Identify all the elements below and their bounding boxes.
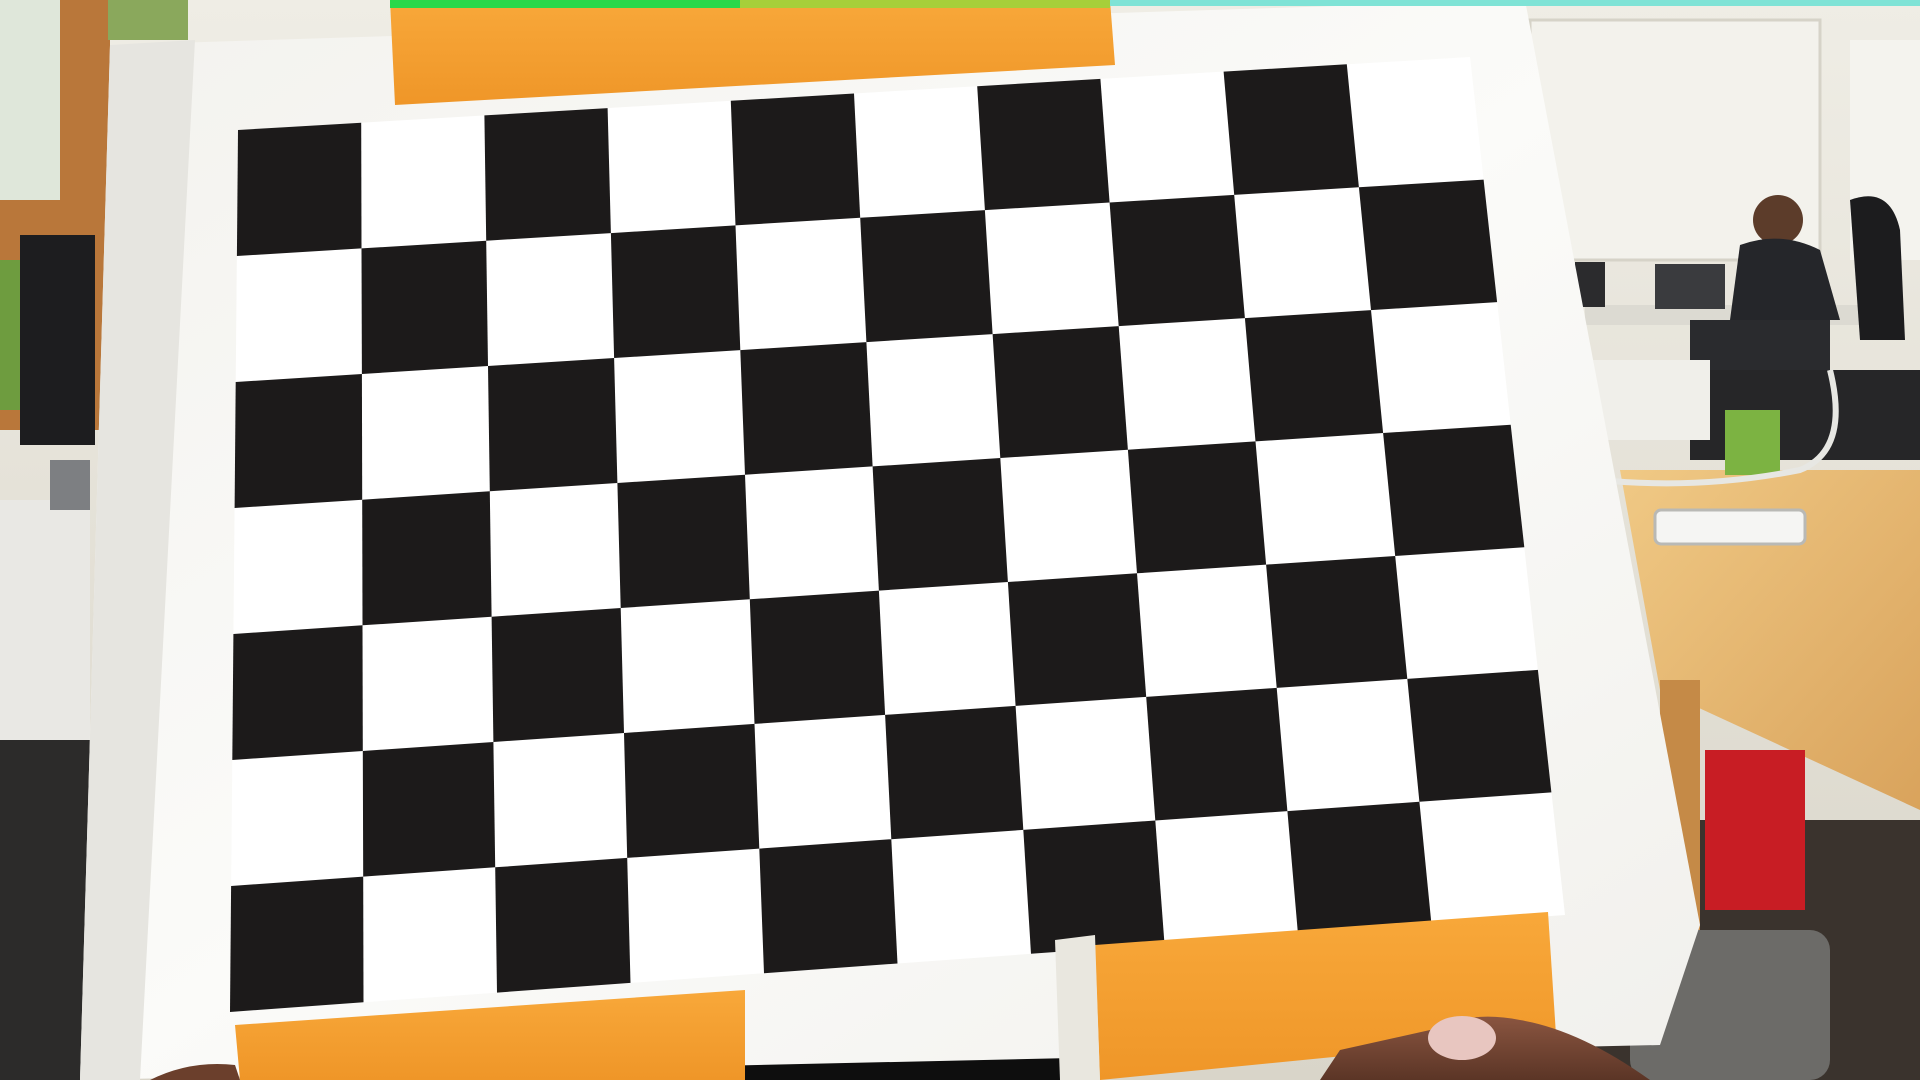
checker-square-dark	[860, 210, 993, 343]
checker-square-dark	[1266, 556, 1408, 688]
checker-square-dark	[610, 225, 741, 358]
checker-square-dark	[362, 491, 492, 626]
checker-square-dark	[1383, 424, 1525, 556]
checker-square-dark	[1407, 669, 1552, 802]
top-bar-green	[390, 0, 740, 8]
checker-square-dark	[488, 358, 618, 492]
checker-square-dark	[484, 108, 611, 241]
checker-square-dark	[491, 608, 624, 742]
calibration-target	[80, 0, 1700, 1080]
checker-square-dark	[1358, 179, 1498, 311]
top-bar-yellowgreen	[740, 0, 1110, 8]
checker-square-dark	[1146, 687, 1288, 821]
checker-square-dark	[230, 876, 364, 1012]
checker-square-dark	[234, 374, 363, 508]
right-thumb-nail	[1428, 1016, 1496, 1060]
checker-square-dark	[885, 705, 1024, 840]
red-box	[1705, 750, 1805, 910]
left-desk-device	[50, 460, 90, 510]
person-head	[1753, 195, 1803, 245]
checker-square-dark	[872, 458, 1008, 591]
window-foliage	[108, 0, 188, 40]
top-bar-cyan	[1110, 0, 1920, 6]
checker-square-dark	[1109, 194, 1245, 327]
checker-square-dark	[362, 742, 496, 877]
checker-square-dark	[617, 474, 750, 608]
laptop-center	[1655, 264, 1725, 309]
person-legs	[1690, 320, 1830, 370]
checker-square-dark	[236, 122, 362, 256]
photo-scene	[0, 0, 1920, 1080]
tape-residue	[1055, 935, 1100, 1080]
checker-square-dark	[624, 723, 760, 858]
checker-square-dark	[495, 857, 631, 993]
checker-square-dark	[1223, 64, 1359, 195]
left-monitor	[20, 235, 95, 445]
checker-square-dark	[232, 625, 363, 760]
checker-square-dark	[1287, 801, 1432, 935]
checker-square-dark	[361, 240, 488, 374]
checker-square-dark	[1007, 573, 1147, 706]
checker-square-dark	[749, 590, 886, 724]
checker-square-dark	[977, 78, 1110, 211]
checker-square-dark	[1023, 820, 1165, 954]
checker-square-dark	[992, 326, 1128, 458]
white-device	[1590, 360, 1710, 440]
checker-square-dark	[1127, 441, 1267, 574]
window-glass-top	[0, 0, 60, 200]
juice-carton	[1725, 410, 1780, 475]
left-desk-shadow	[0, 740, 90, 1080]
checker-square-dark	[740, 342, 873, 475]
checker-square-dark	[1244, 310, 1384, 442]
checker-square-dark	[759, 839, 898, 974]
checkerboard	[230, 57, 1565, 1012]
left-desk	[0, 500, 90, 740]
power-strip	[1690, 370, 1920, 460]
checker-square-dark	[730, 93, 861, 226]
phone-on-table	[1653, 508, 1807, 546]
